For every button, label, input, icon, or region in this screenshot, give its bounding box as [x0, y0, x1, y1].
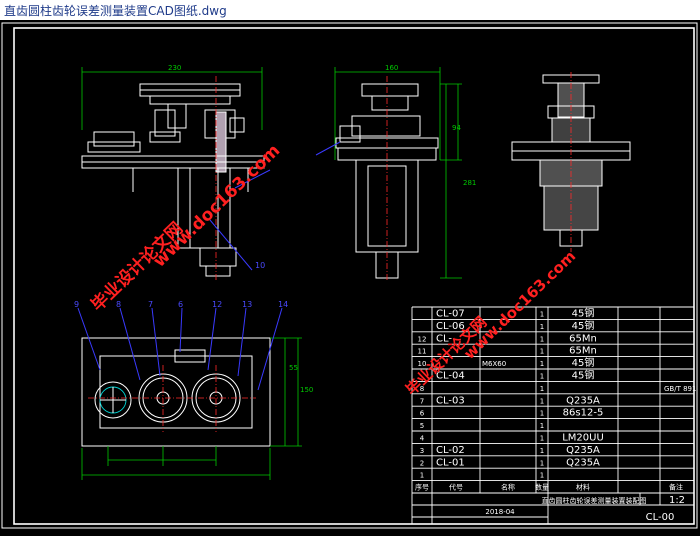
bom-item-material: Q235A — [566, 445, 600, 456]
bom-header-qty: 数量 — [535, 483, 549, 492]
bom-item-qty: 1 — [540, 459, 544, 467]
bom-item-qty: 1 — [540, 385, 544, 393]
bom-item-no: 6 — [420, 410, 425, 418]
bom-item-qty: 1 — [540, 397, 544, 405]
balloon-13: 13 — [242, 300, 252, 309]
bom-item-code: CL-07 — [436, 309, 465, 320]
bom-header-material: 材料 — [576, 483, 590, 492]
bom-item-material: Q235A — [566, 457, 600, 468]
bom-item-material: 65Mn — [569, 346, 597, 357]
side-height-dim-2: 281 — [463, 179, 476, 187]
bom-item-code: CL-02 — [436, 445, 465, 456]
bom-item-code: CL-03 — [436, 395, 465, 406]
bom-item-no: 3 — [420, 447, 424, 455]
balloon-8: 8 — [116, 300, 121, 309]
side-view[interactable]: 160 94 281 — [315, 64, 476, 282]
watermark-text-1: 毕业设计论文网 — [87, 218, 187, 316]
drawing-scale: 1:2 — [669, 495, 685, 506]
bom-item-qty: 1 — [540, 373, 544, 381]
side-height-dim-1: 94 — [452, 124, 461, 132]
drawing-sheet[interactable]: 230 10 160 94 281 55 150 9 8 7 6 12 13 1… — [0, 20, 700, 532]
bom-item-material: LM20UU — [562, 433, 604, 444]
balloon-7: 7 — [148, 300, 153, 309]
bom-item-name: M6X60 — [482, 360, 506, 368]
bom-item-no: 4 — [420, 435, 425, 443]
balloon-5: 10 — [255, 261, 265, 270]
bom-item-material: 86s12-5 — [563, 408, 604, 419]
bom-item-material: Q235A — [566, 395, 600, 406]
bom-item-material: 45钢 — [572, 356, 595, 369]
watermark-url-2: www.doc163.com — [460, 247, 579, 363]
balloon-9: 9 — [74, 300, 79, 309]
plan-view[interactable]: 55 150 9 8 7 6 12 13 14 — [74, 300, 313, 480]
bom-item-qty: 1 — [540, 435, 544, 443]
bom-item-material: 45钢 — [572, 307, 595, 320]
bom-item-material: 65Mn — [569, 333, 597, 344]
drawing-number: CL-00 — [646, 512, 675, 523]
balloon-14: 14 — [278, 300, 288, 309]
bom-header-code: 代号 — [449, 483, 463, 492]
bom-header-name: 名称 — [501, 483, 515, 492]
drawing-title: 直齿圆柱齿轮误差测量装置装配图 — [542, 496, 647, 505]
bom-item-no: 12 — [418, 335, 427, 343]
balloon-6: 6 — [178, 300, 183, 309]
bom-item-no: 11 — [418, 348, 427, 356]
bom-item-no: 5 — [420, 422, 424, 430]
bom-item-qty: 1 — [540, 472, 544, 480]
bom-item-qty: 1 — [540, 422, 544, 430]
section-view[interactable] — [511, 72, 631, 252]
title-block-date: 2018-04 — [485, 508, 515, 516]
bom-item-note: GB/T 891 — [664, 385, 696, 393]
side-width-dim: 160 — [385, 64, 398, 72]
plan-height-dim-2: 150 — [300, 386, 313, 394]
bom-item-no: 7 — [420, 397, 424, 405]
bom-item-qty: 1 — [540, 410, 544, 418]
bom-item-qty: 1 — [540, 335, 544, 343]
plan-height-dim-1: 55 — [289, 364, 298, 372]
window-title-bar: 直齿圆柱齿轮误差测量装置CAD图纸.dwg — [0, 0, 700, 21]
front-width-dim: 230 — [168, 64, 181, 72]
bom-item-no: 2 — [420, 459, 424, 467]
bom-item-qty: 1 — [540, 323, 544, 331]
bom-header-note: 备注 — [669, 483, 683, 492]
bom-item-qty: 1 — [540, 447, 544, 455]
window-title: 直齿圆柱齿轮误差测量装置CAD图纸.dwg — [4, 4, 227, 18]
balloon-12: 12 — [212, 300, 222, 309]
bom-item-material: 45钢 — [572, 319, 595, 332]
bom-item-qty: 1 — [540, 311, 544, 319]
bom-item-qty: 1 — [540, 360, 544, 368]
bom-item-qty: 1 — [540, 348, 544, 356]
cad-canvas[interactable]: 230 10 160 94 281 55 150 9 8 7 6 12 13 1… — [0, 20, 700, 532]
bom-item-code: CL-01 — [436, 457, 465, 468]
bom-header-no: 序号 — [415, 483, 429, 492]
bom-item-material: 45钢 — [572, 369, 595, 382]
bom-item-no: 1 — [420, 472, 424, 480]
